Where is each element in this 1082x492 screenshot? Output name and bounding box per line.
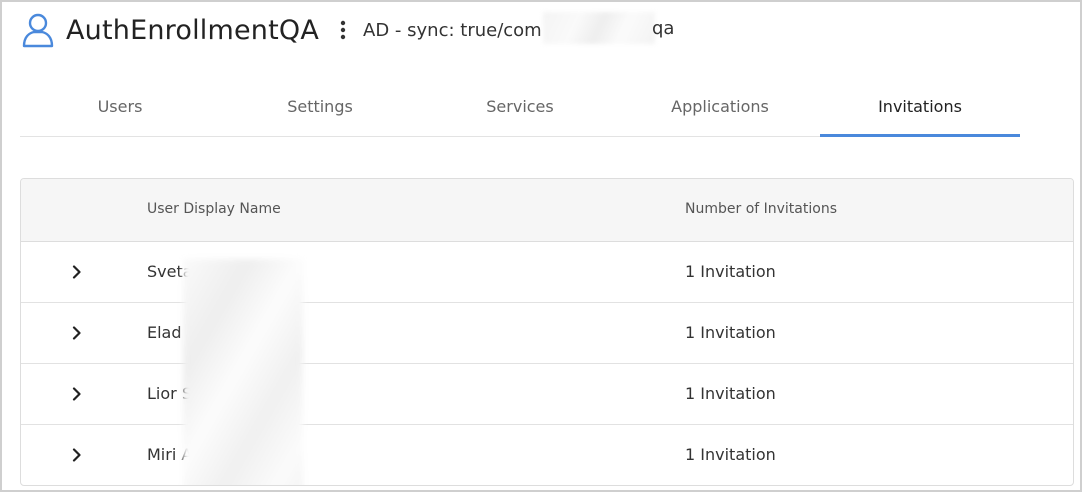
table-row[interactable]: Elad 1 Invitation [21,303,1073,364]
app-window: AuthEnrollmentQA AD - sync: true/com qa … [0,0,1082,492]
invitation-count: 1 Invitation [685,323,776,342]
redacted-block [183,259,303,485]
kebab-menu-icon[interactable] [337,15,349,45]
invitation-count: 1 Invitation [685,262,776,281]
invitation-count: 1 Invitation [685,445,776,464]
redacted-block [543,12,655,44]
app-title: AuthEnrollmentQA [66,14,320,46]
page-header: AuthEnrollmentQA AD - sync: true/com [20,10,542,50]
chevron-right-icon[interactable] [69,385,85,403]
sync-info-tail: qa [652,18,675,39]
table-row[interactable]: Sveta 1 Invitation [21,242,1073,303]
table-row[interactable]: Lior S 1 Invitation [21,364,1073,425]
sync-info: AD - sync: true/com [363,19,542,41]
tab-settings[interactable]: Settings [220,76,420,136]
tab-services[interactable]: Services [420,76,620,136]
column-header-user-display-name[interactable]: User Display Name [147,201,281,217]
chevron-right-icon[interactable] [69,263,85,281]
tab-bar: Users Settings Services Applications Inv… [20,76,1020,137]
column-header-number-of-invitations[interactable]: Number of Invitations [685,201,837,217]
invitation-count: 1 Invitation [685,384,776,403]
user-display-name: Elad [147,323,182,342]
tab-invitations[interactable]: Invitations [820,76,1020,137]
invitations-table: User Display Name Number of Invitations … [20,178,1074,486]
chevron-right-icon[interactable] [69,324,85,342]
table-row[interactable]: Miri A 1 Invitation [21,425,1073,485]
user-icon [20,12,56,48]
tab-users[interactable]: Users [20,76,220,136]
chevron-right-icon[interactable] [69,446,85,464]
tab-applications[interactable]: Applications [620,76,820,136]
table-header: User Display Name Number of Invitations [21,179,1073,242]
